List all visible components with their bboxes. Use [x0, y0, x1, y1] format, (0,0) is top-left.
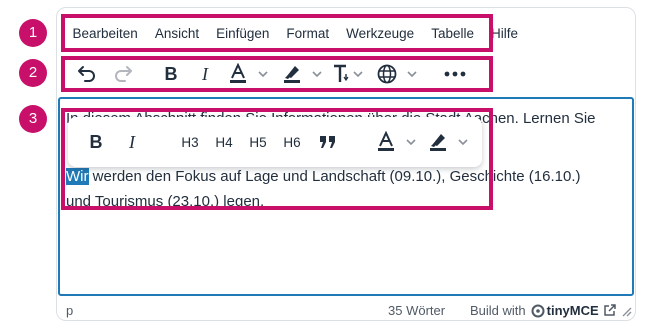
selected-text[interactable]: Wir: [66, 168, 89, 185]
text-color-button[interactable]: [226, 59, 272, 89]
bold-button[interactable]: B: [158, 59, 184, 89]
quick-toolbar: B I H3 H4 H5 H6: [68, 117, 482, 167]
quick-text-color-button[interactable]: [374, 117, 420, 167]
menu-format[interactable]: Format: [278, 26, 338, 41]
external-link-icon: [603, 304, 616, 316]
menubar: Bearbeiten Ansicht Einfügen Format Werkz…: [64, 17, 527, 49]
chevron-down-icon: [258, 71, 268, 78]
quick-h3-button[interactable]: H3: [174, 117, 206, 167]
font-size-button[interactable]: [332, 59, 366, 89]
highlight-icon: [284, 66, 322, 83]
menu-tools[interactable]: Werkzeuge: [338, 26, 423, 41]
more-button[interactable]: [438, 59, 472, 89]
badge-1: 1: [19, 19, 47, 47]
italic-button[interactable]: I: [192, 59, 218, 89]
quick-h5-button[interactable]: H5: [242, 117, 274, 167]
text-color-icon: [378, 131, 416, 151]
badge-3: 3: [19, 105, 47, 133]
paragraph-2-text: werden den Fokus auf Lage und Landschaft…: [88, 168, 581, 185]
redo-button[interactable]: [110, 59, 136, 89]
language-button[interactable]: [374, 59, 422, 89]
font-size-icon: [334, 64, 363, 82]
quick-blockquote-button[interactable]: [314, 117, 342, 167]
text-color-icon: [230, 63, 268, 83]
chevron-down-icon: [458, 139, 468, 146]
chevron-down-icon: [312, 71, 322, 78]
powered-by-link[interactable]: Build with tinyMCE: [470, 303, 616, 318]
redo-icon: [115, 66, 132, 82]
badge-2: 2: [19, 59, 47, 87]
tinymce-brand: tinyMCE: [546, 303, 599, 318]
chevron-down-icon: [406, 139, 416, 146]
quick-h6-button[interactable]: H6: [276, 117, 308, 167]
quick-bold-button[interactable]: B: [82, 117, 110, 167]
build-with-label: Build with: [470, 303, 526, 318]
menu-table[interactable]: Tabelle: [423, 26, 483, 41]
paragraph-2[interactable]: Wir werden den Fokus auf Lage und Landsc…: [66, 164, 626, 189]
statusbar: p 35 Wörter Build with tinyMCE: [66, 300, 632, 320]
blockquote-icon: [320, 136, 335, 148]
more-icon: [444, 71, 466, 77]
resize-handle-icon[interactable]: [622, 307, 632, 317]
quick-italic-button[interactable]: I: [118, 117, 146, 167]
highlight-button[interactable]: [280, 59, 326, 89]
menu-view[interactable]: Ansicht: [146, 26, 207, 41]
menu-insert[interactable]: Einfügen: [208, 26, 278, 41]
menu-help[interactable]: Hilfe: [482, 26, 526, 41]
tinymce-logo-icon: [531, 304, 545, 317]
undo-button[interactable]: [74, 59, 100, 89]
chevron-down-icon: [353, 71, 363, 78]
element-path[interactable]: p: [66, 303, 73, 318]
language-globe-icon: [377, 64, 417, 84]
highlight-icon: [430, 134, 468, 151]
menu-edit[interactable]: Bearbeiten: [64, 26, 146, 41]
word-count[interactable]: 35 Wörter: [388, 303, 445, 318]
quick-highlight-button[interactable]: [426, 117, 472, 167]
undo-icon: [78, 66, 95, 82]
quick-h4-button[interactable]: H4: [208, 117, 240, 167]
paragraph-2-line2: und Tourismus (23.10.) legen.: [66, 193, 265, 210]
chevron-down-icon: [407, 71, 417, 78]
